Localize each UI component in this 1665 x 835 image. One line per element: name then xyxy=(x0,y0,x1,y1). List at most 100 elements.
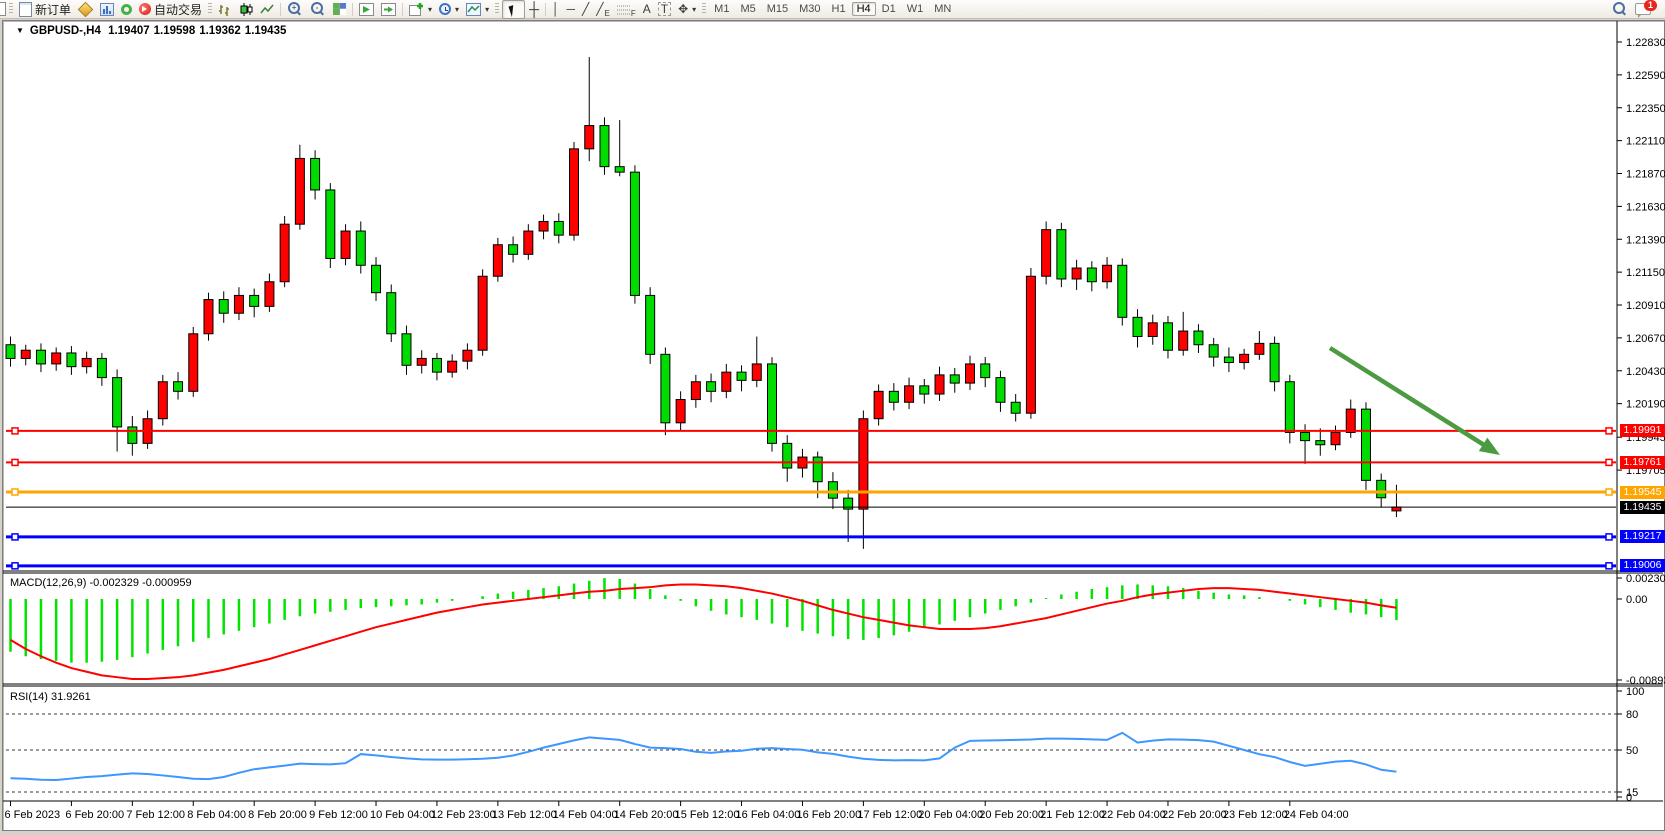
toolbar-separator xyxy=(280,3,281,16)
tab-mn[interactable]: MN xyxy=(929,2,956,16)
auto-scroll-button[interactable] xyxy=(356,1,377,18)
new-order-button[interactable]: 新订单 xyxy=(16,1,74,18)
collapse-triangle-icon: ▼ xyxy=(16,26,24,35)
signals-icon xyxy=(121,4,132,15)
toolbar-drag-handle[interactable] xyxy=(208,3,212,15)
indicators-button[interactable]: ▾ xyxy=(406,1,435,18)
svg-text:1.22590: 1.22590 xyxy=(1626,70,1665,82)
chat-button[interactable]: 1 xyxy=(1632,1,1654,18)
bar-chart-mode-button[interactable] xyxy=(215,1,235,18)
bar-chart-icon xyxy=(218,3,232,16)
tab-m1[interactable]: M1 xyxy=(709,2,734,16)
svg-text:22 Feb 20:00: 22 Feb 20:00 xyxy=(1162,809,1227,821)
signals-button[interactable] xyxy=(118,1,135,18)
chart-shift-button[interactable] xyxy=(378,1,399,18)
market-depth-icon xyxy=(78,1,94,17)
channel-tool-button[interactable]: ╱ E xyxy=(593,1,613,18)
chart-title: ▼GBPUSD-,H4 1.194071.195981.193621.19435 xyxy=(16,25,290,37)
charts-button[interactable] xyxy=(97,1,117,18)
tab-m15[interactable]: M15 xyxy=(762,2,793,16)
svg-text:1.21630: 1.21630 xyxy=(1626,201,1665,213)
tab-h1[interactable]: H1 xyxy=(827,2,851,16)
vertical-line-icon: │ xyxy=(552,1,560,18)
tile-windows-icon xyxy=(333,3,346,15)
svg-text:1.20910: 1.20910 xyxy=(1626,300,1665,312)
svg-text:1.22830: 1.22830 xyxy=(1626,37,1665,49)
svg-text:22 Feb 04:00: 22 Feb 04:00 xyxy=(1101,809,1166,821)
crosshair-tool-button[interactable]: ┼ xyxy=(526,1,542,18)
ohlc-close: 1.19435 xyxy=(245,25,287,37)
svg-text:15 Feb 12:00: 15 Feb 12:00 xyxy=(675,809,740,821)
periods-button[interactable]: ▾ xyxy=(436,1,462,18)
svg-text:10 Feb 04:00: 10 Feb 04:00 xyxy=(370,809,435,821)
tile-windows-button[interactable] xyxy=(330,1,349,18)
svg-text:14 Feb 04:00: 14 Feb 04:00 xyxy=(553,809,618,821)
chart-canvas[interactable]: 1.228301.225901.223501.221101.218701.216… xyxy=(0,0,1665,835)
tab-w1[interactable]: W1 xyxy=(902,2,929,16)
svg-text:17 Feb 12:00: 17 Feb 12:00 xyxy=(857,809,922,821)
candlestick-mode-button[interactable] xyxy=(236,1,256,18)
cursor-icon xyxy=(509,3,521,16)
text-tool-button[interactable]: A xyxy=(640,1,654,18)
notification-badge: 1 xyxy=(1644,0,1657,11)
svg-text:1.20430: 1.20430 xyxy=(1626,366,1665,378)
horizontal-line-icon: ─ xyxy=(567,1,576,18)
toolbar-separator xyxy=(545,3,546,16)
text-icon: A xyxy=(643,1,651,18)
toolbar-drag-handle[interactable] xyxy=(702,3,706,15)
zoom-in-button[interactable]: + xyxy=(284,1,306,18)
svg-text:1.21870: 1.21870 xyxy=(1626,169,1665,181)
macd-values: -0.002329 -0.000959 xyxy=(89,577,191,589)
toolbar-separator xyxy=(352,3,353,16)
tab-m30[interactable]: M30 xyxy=(794,2,825,16)
svg-text:7 Feb 12:00: 7 Feb 12:00 xyxy=(126,809,185,821)
price-line-label: 1.19991 xyxy=(1620,424,1665,437)
toolbar-drag-handle[interactable] xyxy=(495,3,499,15)
line-chart-mode-button[interactable] xyxy=(257,1,277,18)
templates-button[interactable]: ▾ xyxy=(463,1,492,18)
svg-text:16 Feb 20:00: 16 Feb 20:00 xyxy=(796,809,861,821)
svg-text:9 Feb 12:00: 9 Feb 12:00 xyxy=(309,809,368,821)
current-price-label: 1.19435 xyxy=(1620,501,1665,514)
search-button[interactable] xyxy=(1609,1,1631,18)
price-line-label: 1.19217 xyxy=(1620,530,1665,543)
trendline-tool-button[interactable]: ╱ xyxy=(579,1,592,18)
svg-text:14 Feb 20:00: 14 Feb 20:00 xyxy=(614,809,679,821)
svg-text:100: 100 xyxy=(1626,686,1644,698)
svg-text:1.22350: 1.22350 xyxy=(1626,103,1665,115)
price-line-label: 1.19006 xyxy=(1620,559,1665,572)
text-label-tool-button[interactable]: T xyxy=(655,1,674,18)
svg-text:23 Feb 12:00: 23 Feb 12:00 xyxy=(1223,809,1288,821)
horizontal-line-tool-button[interactable]: ─ xyxy=(564,1,579,18)
ohlc-open: 1.19407 xyxy=(108,25,150,37)
arrows-icon: ✥ xyxy=(678,1,688,18)
main-toolbar: 新订单 自动交易 + - ▾ ▾ ▾ ┼ │ ─ ╱ xyxy=(0,0,1665,19)
new-order-icon xyxy=(19,2,32,17)
macd-name: MACD(12,26,9) xyxy=(10,577,86,589)
vertical-line-tool-button[interactable]: │ xyxy=(549,1,563,18)
chevron-down-icon: ▾ xyxy=(692,5,696,14)
ohlc-low: 1.19362 xyxy=(199,25,241,37)
tab-h4[interactable]: H4 xyxy=(852,2,876,16)
zoom-in-icon: + xyxy=(288,2,300,14)
svg-text:1.20670: 1.20670 xyxy=(1626,333,1665,345)
text-label-icon: T xyxy=(658,2,671,16)
svg-text:1.21150: 1.21150 xyxy=(1626,267,1665,279)
chat-icon: 1 xyxy=(1635,3,1651,15)
auto-scroll-icon xyxy=(359,3,374,16)
cursor-tool-button[interactable] xyxy=(502,0,525,19)
autotrade-button[interactable]: 自动交易 xyxy=(136,1,205,18)
channel-icon-sub: E xyxy=(604,9,609,18)
fibonacci-icon-sub: F xyxy=(631,9,636,18)
tab-m5[interactable]: M5 xyxy=(735,2,760,16)
toolbar-drag-handle[interactable] xyxy=(9,3,13,15)
market-depth-button[interactable] xyxy=(75,1,96,18)
fibonacci-tool-button[interactable]: F xyxy=(614,1,639,18)
chevron-down-icon: ▾ xyxy=(455,5,459,14)
zoom-out-button[interactable]: - xyxy=(307,1,329,18)
tab-d1[interactable]: D1 xyxy=(877,2,901,16)
svg-text:0.00: 0.00 xyxy=(1626,594,1647,606)
arrows-tool-button[interactable]: ✥ ▾ xyxy=(675,1,699,18)
charts-icon xyxy=(100,3,114,16)
zoom-out-icon: - xyxy=(311,2,323,14)
